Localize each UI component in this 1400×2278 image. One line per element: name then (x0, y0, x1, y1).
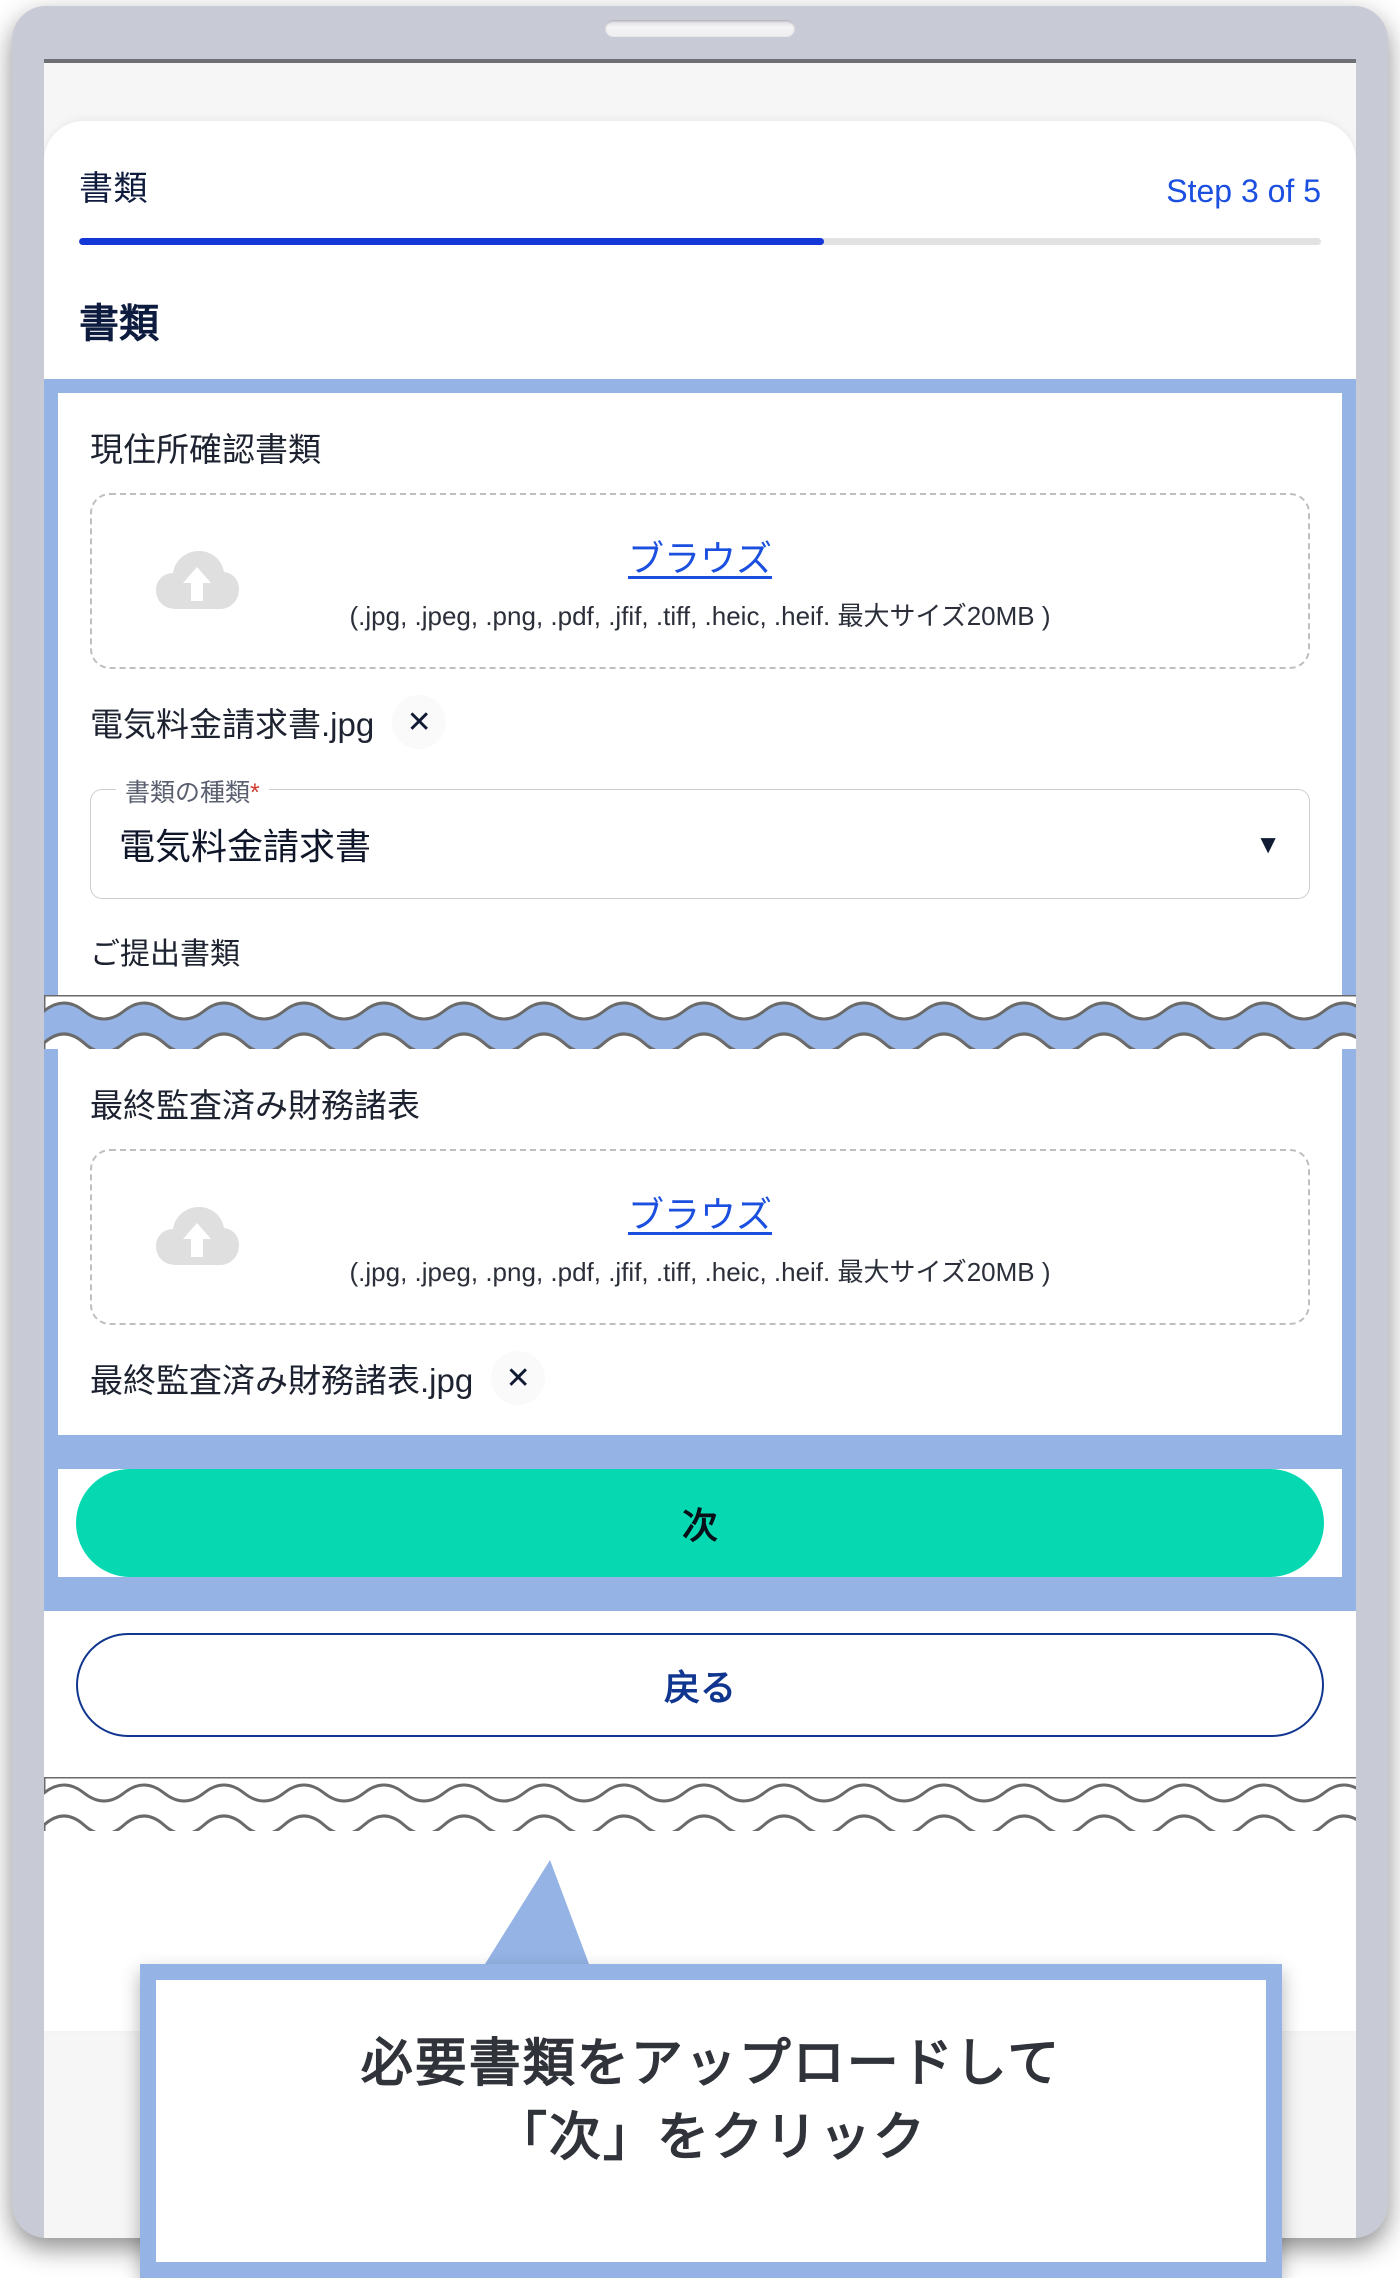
document-type-label: 書類の種類* (116, 773, 269, 809)
cloud-upload-icon (154, 547, 240, 615)
uploaded-file-row: 電気料金請求書.jpg ✕ (90, 669, 1310, 749)
progress-bar-fill (79, 238, 825, 245)
callout-inner: 必要書類をアップロードして 「次」をクリック (156, 1980, 1266, 2262)
dropzone-hint: (.jpg, .jpeg, .png, .pdf, .jfif, .tiff, … (349, 1256, 1051, 1287)
block-title: 現住所確認書類 (90, 431, 321, 468)
step-indicator: Step 3 of 5 (1166, 173, 1321, 209)
next-button[interactable]: 次 (76, 1469, 1324, 1577)
callout-line-2: 「次」をクリック (494, 2108, 927, 2167)
page-card: 書類 Step 3 of 5 書類 現住所確認書類 ブラウズ (.jpg, .j… (44, 121, 1356, 2031)
browse-link[interactable]: ブラウズ (628, 530, 772, 582)
required-marker: * (250, 779, 260, 807)
secondary-actions: 戻る (44, 1633, 1356, 1737)
callout-pointer (480, 1860, 592, 1972)
callout-box: 必要書類をアップロードして 「次」をクリック (140, 1964, 1282, 2278)
block-title: 最終監査済み財務諸表 (90, 1087, 420, 1124)
document-block-financials: 最終監査済み財務諸表 ブラウズ (.jpg, .jpeg, .png, .pdf… (58, 1049, 1342, 1431)
documents-panel-1: 現住所確認書類 ブラウズ (.jpg, .jpeg, .png, .pdf, .… (58, 393, 1342, 995)
highlight-band: 現住所確認書類 ブラウズ (.jpg, .jpeg, .png, .pdf, .… (44, 379, 1356, 1611)
documents-panel-2: 最終監査済み財務諸表 ブラウズ (.jpg, .jpeg, .png, .pdf… (58, 1049, 1342, 1435)
remove-file-button[interactable]: ✕ (491, 1351, 546, 1405)
device-screen: 書類 Step 3 of 5 書類 現住所確認書類 ブラウズ (.jpg, .j… (44, 59, 1356, 2238)
dropzone-address[interactable]: ブラウズ (.jpg, .jpeg, .png, .pdf, .jfif, .t… (90, 493, 1310, 669)
cloud-upload-icon (154, 1203, 240, 1271)
document-type-select-wrap: 書類の種類* 電気料金請求書 ▼ (90, 773, 1310, 899)
torn-divider-top (44, 995, 1356, 1049)
back-button[interactable]: 戻る (76, 1633, 1324, 1737)
document-type-value: 電気料金請求書 (119, 826, 372, 867)
submitted-documents-note: ご提出書類 (90, 938, 240, 971)
document-type-select[interactable]: 電気料金請求書 ▼ (90, 789, 1310, 899)
page-header: 書類 Step 3 of 5 (44, 121, 1356, 210)
dropzone-financials[interactable]: ブラウズ (.jpg, .jpeg, .png, .pdf, .jfif, .t… (90, 1149, 1310, 1325)
uploaded-file-row: 最終監査済み財務諸表.jpg ✕ (90, 1325, 1310, 1431)
device-frame: 書類 Step 3 of 5 書類 現住所確認書類 ブラウズ (.jpg, .j… (12, 6, 1388, 2238)
chevron-down-icon: ▼ (1255, 828, 1281, 859)
document-block-address: 現住所確認書類 ブラウズ (.jpg, .jpeg, .png, .pdf, .… (58, 393, 1342, 991)
progress-bar (79, 238, 1321, 245)
torn-divider-bottom (44, 1777, 1356, 1831)
dropzone-content: ブラウズ (.jpg, .jpeg, .png, .pdf, .jfif, .t… (92, 1186, 1308, 1289)
dropzone-content: ブラウズ (.jpg, .jpeg, .png, .pdf, .jfif, .t… (92, 530, 1308, 633)
next-button-holder: 次 (58, 1469, 1342, 1577)
browse-link[interactable]: ブラウズ (628, 1186, 772, 1238)
remove-file-button[interactable]: ✕ (392, 695, 447, 749)
page-title: 書類 (79, 170, 148, 208)
dropzone-hint: (.jpg, .jpeg, .png, .pdf, .jfif, .tiff, … (349, 600, 1051, 631)
uploaded-file-name: 最終監査済み財務諸表.jpg (90, 1362, 474, 1399)
callout-line-1: 必要書類をアップロードして (360, 2035, 1062, 2093)
section-title: 書類 (79, 302, 159, 346)
uploaded-file-name: 電気料金請求書.jpg (90, 706, 375, 743)
speaker-slot-icon (605, 20, 795, 37)
document-type-label-text: 書類の種類 (125, 779, 251, 807)
